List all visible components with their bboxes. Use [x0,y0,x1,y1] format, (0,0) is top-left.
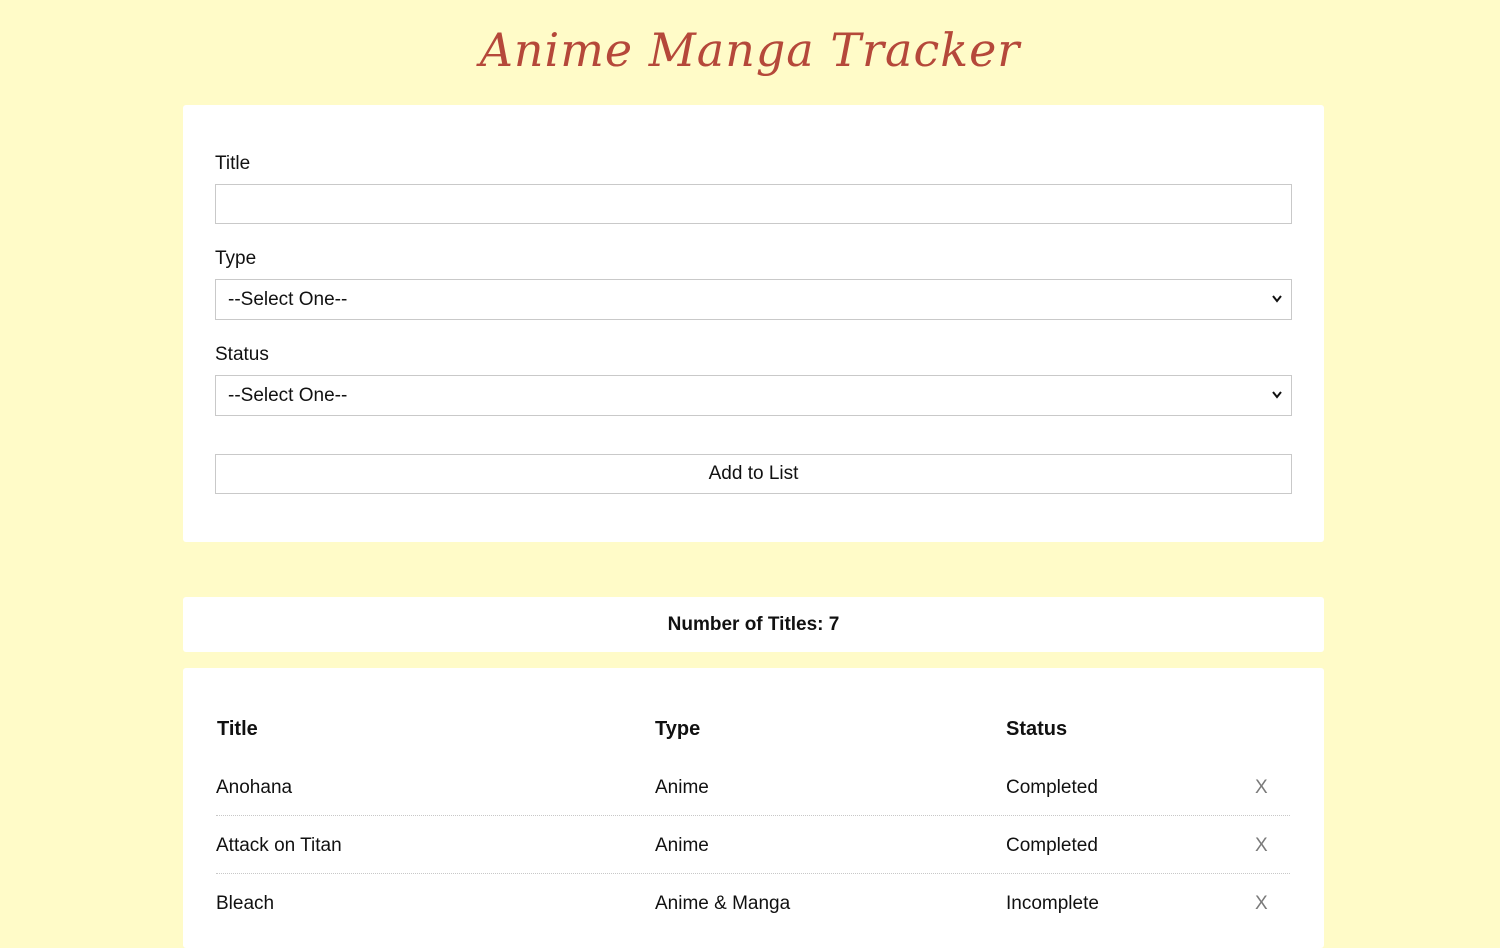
title-field-label: Title [215,153,251,174]
type-field-label: Type [215,248,257,269]
title-count-banner: Number of Titles: 7 [183,597,1324,652]
delete-row-button[interactable]: X [1255,767,1268,809]
column-header-type: Type [655,718,701,740]
row-type: Anime & Manga [655,893,791,914]
column-header-status: Status [1006,718,1068,740]
row-divider [216,815,1290,816]
add-title-form: Title Type --Select One-- Status --Selec… [183,105,1324,542]
row-status: Completed [1006,777,1098,798]
chevron-down-icon [1272,391,1282,399]
table-row: Attack on Titan Anime Completed X [216,825,1290,883]
title-input[interactable] [215,184,1292,224]
row-divider [216,873,1290,874]
column-header-title: Title [217,718,258,740]
title-count-text: Number of Titles: 7 [667,614,840,635]
app-title: Anime Manga Tracker [479,23,1021,77]
row-type: Anime [655,835,709,856]
type-select-value: --Select One-- [228,289,348,310]
status-select[interactable]: --Select One-- [215,375,1292,416]
delete-row-button[interactable]: X [1255,883,1268,925]
row-type: Anime [655,777,709,798]
status-field-label: Status [215,344,269,365]
table-row: Anohana Anime Completed X [216,767,1290,825]
delete-row-button[interactable]: X [1255,825,1268,867]
chevron-down-icon [1272,295,1282,303]
status-select-value: --Select One-- [228,385,348,406]
row-status: Incomplete [1006,893,1099,914]
type-select[interactable]: --Select One-- [215,279,1292,320]
row-title: Bleach [216,893,275,914]
row-status: Completed [1006,835,1098,856]
titles-table: Title Type Status Anohana Anime Complete… [183,668,1324,948]
row-title: Anohana [216,777,293,798]
row-title: Attack on Titan [216,835,342,856]
table-row: Bleach Anime & Manga Incomplete X [216,883,1290,941]
add-to-list-button[interactable]: Add to List [215,454,1292,494]
